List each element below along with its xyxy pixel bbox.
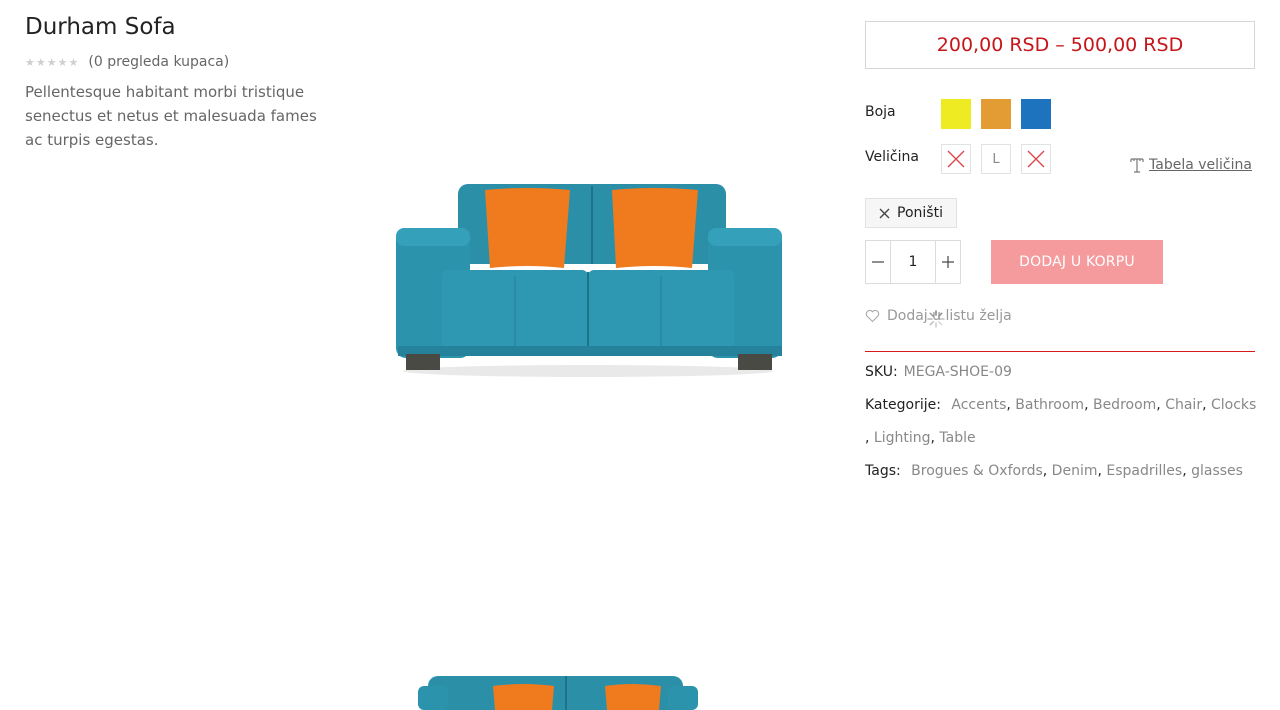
add-to-cart-button[interactable]: DODAJ U KORPU (991, 240, 1163, 284)
category-link[interactable]: Chair (1165, 397, 1202, 413)
categories-row: Kategorije: Accents, Bathroom, Bedroom, … (865, 397, 1256, 413)
star-icon: ★ (46, 55, 57, 69)
sku-row: SKU: MEGA-SHOE-09 (865, 364, 1012, 380)
separator: , (1042, 463, 1052, 479)
close-icon (879, 208, 890, 218)
color-swatch-yellow[interactable] (941, 99, 971, 129)
wishlist-label: Dodaj u listu želja (887, 308, 1012, 324)
cross-icon (1027, 150, 1045, 168)
size-option-unavailable[interactable] (1021, 144, 1051, 174)
separator: , (865, 430, 874, 446)
sku-label: SKU: (865, 364, 898, 380)
price-range: 200,00 RSD – 500,00 RSD (865, 21, 1255, 69)
product-gallery-image[interactable] (418, 670, 698, 710)
category-link[interactable]: Table (939, 430, 975, 446)
categories-label: Kategorije: (865, 397, 941, 413)
quantity-increase-button[interactable] (936, 241, 960, 283)
category-link[interactable]: Bathroom (1015, 397, 1084, 413)
product-title: Durham Sofa (25, 14, 176, 40)
plus-icon (942, 256, 954, 268)
quantity-decrease-button[interactable] (866, 241, 890, 283)
size-chart-label: Tabela veličina (1149, 157, 1252, 173)
reset-variations-button[interactable]: Poništi (865, 198, 957, 228)
tag-link[interactable]: glasses (1191, 463, 1243, 479)
star-icon: ★ (25, 55, 35, 69)
size-chart-link[interactable]: Tabela veličina (1130, 157, 1252, 173)
sku-value: MEGA-SHOE-09 (903, 364, 1012, 380)
categories-row-continued: , Lighting, Table (865, 430, 976, 446)
color-swatch-blue[interactable] (1021, 99, 1051, 129)
size-option-label: L (992, 151, 1000, 167)
review-count-link[interactable]: (0 pregleda kupaca) (88, 54, 229, 70)
category-link[interactable]: Accents (951, 397, 1006, 413)
separator: , (1182, 463, 1192, 479)
category-link[interactable]: Clocks (1211, 397, 1256, 413)
cross-icon (947, 150, 965, 168)
star-icon: ★ (35, 55, 46, 69)
tags-row: Tags: Brogues & Oxfords, Denim, Espadril… (865, 463, 1243, 479)
size-label: Veličina (865, 149, 919, 165)
size-option-l[interactable]: L (981, 144, 1011, 174)
separator: , (1156, 397, 1166, 413)
star-icon: ★ (68, 55, 79, 69)
tag-link[interactable]: Brogues & Oxfords (911, 463, 1043, 479)
ruler-icon (1130, 158, 1144, 173)
category-link[interactable]: Lighting (874, 430, 931, 446)
quantity-input[interactable]: 1 (890, 241, 936, 283)
separator: , (1084, 397, 1093, 413)
tag-link[interactable]: Espadrilles (1106, 463, 1182, 479)
tag-link[interactable]: Denim (1052, 463, 1098, 479)
star-rating: ★ ★ ★ ★ ★ (25, 56, 78, 69)
tags-label: Tags: (865, 463, 901, 479)
rating-row: ★ ★ ★ ★ ★ (0 pregleda kupaca) (25, 52, 229, 72)
section-divider (865, 351, 1255, 352)
separator: , (1202, 397, 1211, 413)
reset-label: Poništi (897, 205, 943, 221)
loading-spinner-icon (927, 310, 945, 328)
separator: , (1006, 397, 1016, 413)
color-swatch-orange[interactable] (981, 99, 1011, 129)
category-link[interactable]: Bedroom (1093, 397, 1156, 413)
product-image[interactable] (388, 176, 788, 386)
product-short-description: Pellentesque habitant morbi tristique se… (25, 83, 317, 149)
size-option-unavailable[interactable] (941, 144, 971, 174)
heart-icon (865, 309, 880, 323)
minus-icon (872, 261, 884, 263)
star-icon: ★ (57, 55, 68, 69)
color-label: Boja (865, 104, 896, 120)
quantity-stepper: 1 (865, 240, 961, 284)
